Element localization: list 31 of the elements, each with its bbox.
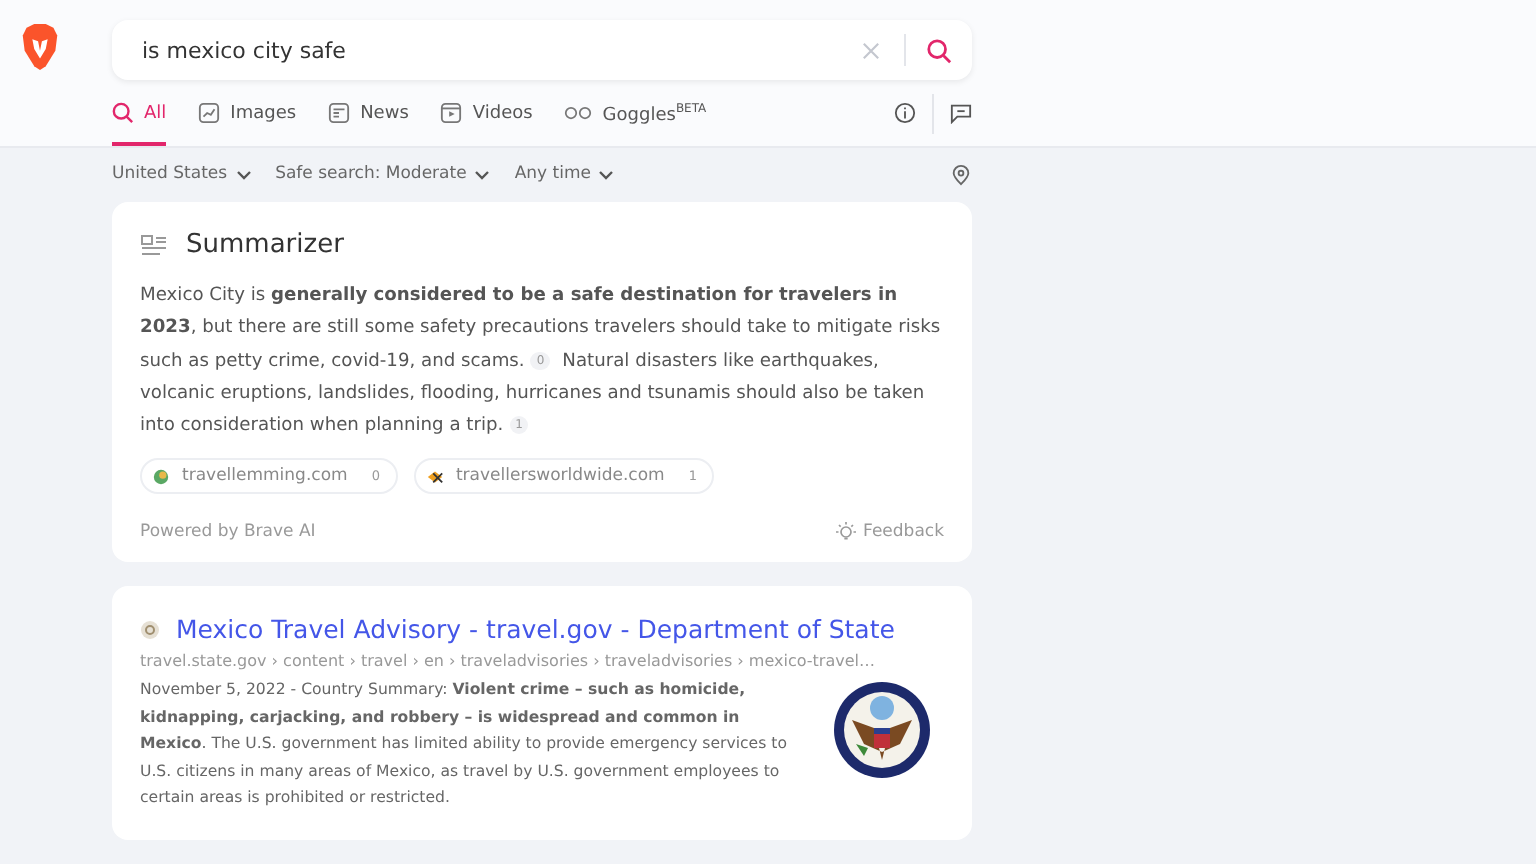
image-icon — [198, 102, 221, 124]
tab[interactable]: Images — [198, 80, 297, 146]
goggles-icon — [564, 104, 593, 122]
powered-by-text: Powered by Brave AI — [140, 522, 316, 543]
favicon-icon — [140, 619, 160, 640]
location-pin-icon[interactable] — [950, 163, 972, 185]
caret-icon — [474, 169, 491, 179]
tab[interactable]: Goggles$^{BETA}$ — [564, 80, 707, 146]
document-icon — [140, 233, 168, 257]
result-url: travel.state.gov › content › travel › en › traveladvisories › traveladvisories › mexico-travel… — [140, 652, 877, 671]
info-icon[interactable] — [894, 102, 916, 124]
summarizer-title: Summarizer — [186, 230, 344, 260]
search-icon[interactable] — [926, 37, 952, 63]
caret-icon — [235, 169, 252, 179]
feedback-icon[interactable] — [950, 102, 972, 124]
tab[interactable]: Videos — [440, 80, 533, 146]
feedback-link[interactable]: Feedback — [835, 522, 944, 543]
video-icon — [440, 102, 463, 124]
tab[interactable]: All — [112, 80, 167, 146]
tab[interactable]: News — [328, 80, 409, 146]
result-title-link[interactable]: Mexico Travel Advisory - travel.gov - Department of State — [176, 614, 895, 645]
filter-dropdown[interactable]: Any time — [514, 164, 615, 184]
favicon-icon — [425, 467, 444, 486]
filter-dropdown[interactable]: United States — [112, 164, 252, 184]
search-icon — [112, 102, 134, 124]
favicon-icon — [152, 467, 170, 486]
newspaper-icon — [328, 102, 351, 124]
lightbulb-icon — [835, 522, 856, 543]
filter-dropdown[interactable]: Safe search: Moderate — [275, 164, 491, 184]
search-field[interactable]: is mexico city safe — [112, 20, 972, 80]
caret-icon — [598, 169, 615, 179]
